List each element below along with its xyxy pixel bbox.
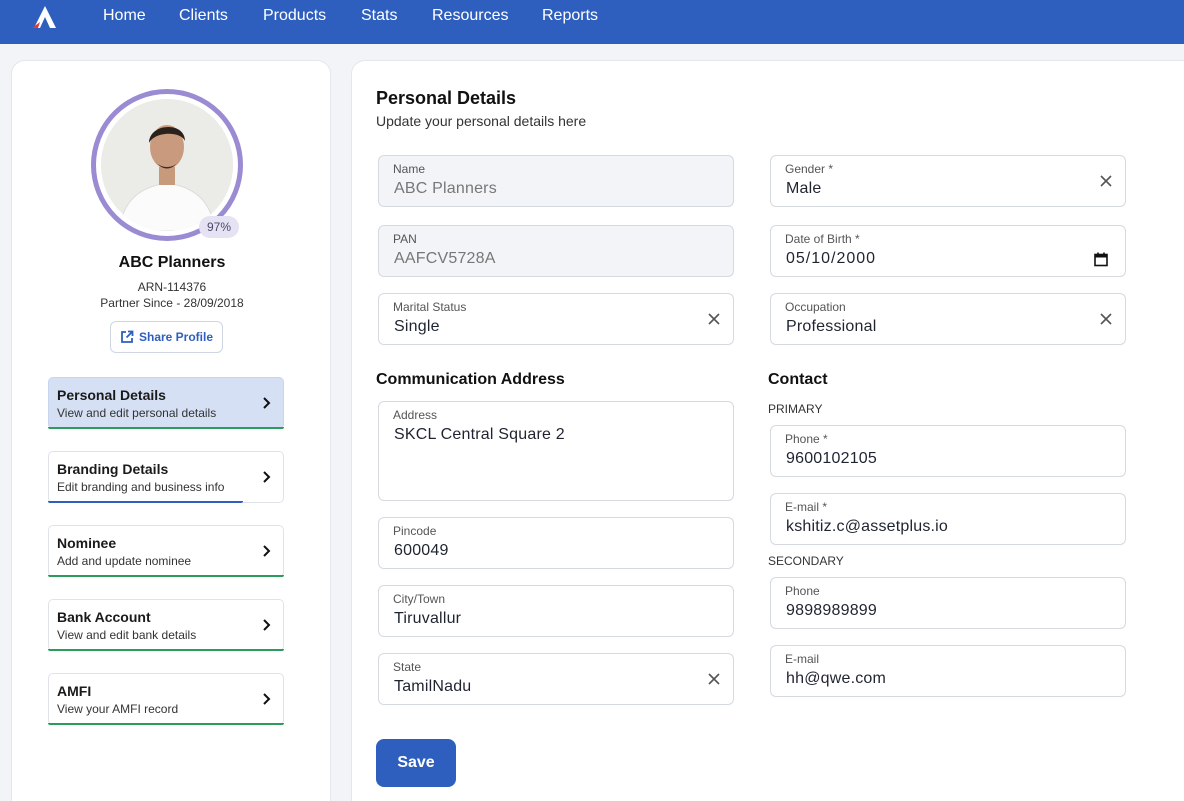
brand-logo-icon[interactable] [30, 4, 62, 30]
profile-arn: ARN-114376 [137, 280, 207, 294]
share-profile-label: Share Profile [138, 330, 214, 344]
pincode-input[interactable]: Pincode 600049 [378, 517, 734, 569]
secondary-email-label: E-mail [785, 652, 820, 666]
sidebar-item-subtitle: View your AMFI record [57, 702, 179, 716]
save-button[interactable]: Save [376, 739, 456, 787]
marital-status-label: Marital Status [393, 300, 467, 314]
sidebar-item-amfi[interactable]: AMFI View your AMFI record [48, 673, 284, 725]
clear-icon[interactable] [707, 672, 721, 686]
chevron-right-icon [263, 397, 271, 409]
profile-sidebar: 97% ABC Planners ARN-114376 Partner Sinc… [11, 60, 331, 801]
address-label: Address [393, 408, 438, 422]
clear-icon[interactable] [707, 312, 721, 326]
nav-resources[interactable]: Resources [432, 7, 508, 25]
nav-stats[interactable]: Stats [361, 7, 397, 25]
sidebar-item-subtitle: Add and update nominee [57, 554, 192, 568]
sidebar-item-nominee[interactable]: Nominee Add and update nominee [48, 525, 284, 577]
primary-contact-label: PRIMARY [768, 402, 823, 416]
secondary-phone-value: 9898989899 [786, 602, 877, 619]
primary-phone-input[interactable]: Phone * 9600102105 [770, 425, 1126, 477]
pan-field: PAN AAFCV5728A [378, 225, 734, 277]
name-field: Name ABC Planners [378, 155, 734, 207]
city-input[interactable]: City/Town Tiruvallur [378, 585, 734, 637]
sidebar-item-subtitle: View and edit personal details [57, 406, 217, 420]
name-value: ABC Planners [394, 180, 497, 197]
clear-icon[interactable] [1099, 312, 1113, 326]
secondary-email-input[interactable]: E-mail hh@qwe.com [770, 645, 1126, 697]
communication-address-heading: Communication Address [376, 371, 565, 388]
secondary-email-value: hh@qwe.com [786, 670, 887, 687]
profile-name: ABC Planners [118, 254, 226, 271]
marital-status-select[interactable]: Marital Status Single [378, 293, 734, 345]
primary-email-value: kshitiz.c@assetplus.io [786, 518, 949, 535]
secondary-contact-label: SECONDARY [768, 554, 844, 568]
pan-label: PAN [393, 232, 417, 246]
page-title: Personal Details [376, 88, 517, 108]
state-select[interactable]: State TamilNadu [378, 653, 734, 705]
sidebar-item-subtitle: Edit branding and business info [57, 480, 225, 494]
sidebar-item-bank-account[interactable]: Bank Account View and edit bank details [48, 599, 284, 651]
clear-icon[interactable] [1099, 174, 1113, 188]
sidebar-item-subtitle: View and edit bank details [57, 628, 197, 642]
sidebar-item-title: Branding Details [57, 461, 169, 477]
occupation-select[interactable]: Occupation Professional [770, 293, 1126, 345]
chevron-right-icon [263, 619, 271, 631]
address-textarea[interactable]: Address SKCL Central Square 2 [378, 401, 734, 501]
sidebar-item-title: Personal Details [57, 387, 166, 403]
date-of-birth-field[interactable]: Date of Birth * 05/10/2000 [770, 225, 1126, 277]
city-value: Tiruvallur [394, 610, 462, 627]
sidebar-item-underline [48, 427, 284, 429]
avatar[interactable] [101, 99, 233, 231]
chevron-right-icon [263, 471, 271, 483]
pincode-label: Pincode [393, 524, 437, 538]
top-nav-bar: Home Clients Products Stats Resources Re… [0, 0, 1184, 44]
sidebar-item-underline [48, 649, 284, 651]
marital-status-value: Single [394, 318, 440, 335]
state-value: TamilNadu [394, 678, 472, 695]
primary-phone-label: Phone * [785, 432, 828, 446]
sidebar-item-underline [48, 723, 284, 725]
sidebar-item-underline [48, 501, 243, 503]
primary-email-input[interactable]: E-mail * kshitiz.c@assetplus.io [770, 493, 1126, 545]
address-value: SKCL Central Square 2 [394, 426, 565, 443]
contact-heading: Contact [768, 371, 828, 388]
nav-clients[interactable]: Clients [179, 7, 228, 25]
nav-home[interactable]: Home [103, 7, 146, 25]
secondary-phone-label: Phone [785, 584, 820, 598]
primary-phone-value: 9600102105 [786, 450, 877, 467]
primary-email-label: E-mail * [785, 500, 828, 514]
external-link-icon [121, 330, 134, 343]
occupation-label: Occupation [785, 300, 846, 314]
nav-reports[interactable]: Reports [542, 7, 598, 25]
state-label: State [393, 660, 422, 674]
nav-products[interactable]: Products [263, 7, 326, 25]
profile-completion-badge: 97% [199, 216, 239, 238]
sidebar-item-title: Bank Account [57, 609, 151, 625]
secondary-phone-input[interactable]: Phone 9898989899 [770, 577, 1126, 629]
dob-label: Date of Birth * [785, 232, 860, 246]
dob-value: 05/10/2000 [786, 250, 877, 267]
chevron-right-icon [263, 545, 271, 557]
chevron-right-icon [263, 693, 271, 705]
name-label: Name [393, 162, 426, 176]
share-profile-button[interactable]: Share Profile [110, 321, 223, 353]
pincode-value: 600049 [394, 542, 449, 559]
pan-value: AAFCV5728A [394, 250, 496, 267]
sidebar-item-personal-details[interactable]: Personal Details View and edit personal … [48, 377, 284, 429]
gender-value: Male [786, 180, 822, 197]
occupation-value: Professional [786, 318, 877, 335]
partner-since: Partner Since - 28/09/2018 [100, 296, 244, 310]
sidebar-item-title: Nominee [57, 535, 117, 551]
sidebar-item-underline [48, 575, 284, 577]
page-subtitle: Update your personal details here [376, 113, 587, 129]
city-label: City/Town [393, 592, 446, 606]
profile-photo [101, 99, 233, 231]
sidebar-item-title: AMFI [57, 683, 92, 699]
gender-select[interactable]: Gender * Male [770, 155, 1126, 207]
calendar-icon[interactable] [1094, 252, 1108, 267]
sidebar-item-branding-details[interactable]: Branding Details Edit branding and busin… [48, 451, 284, 503]
gender-label: Gender * [785, 162, 834, 176]
